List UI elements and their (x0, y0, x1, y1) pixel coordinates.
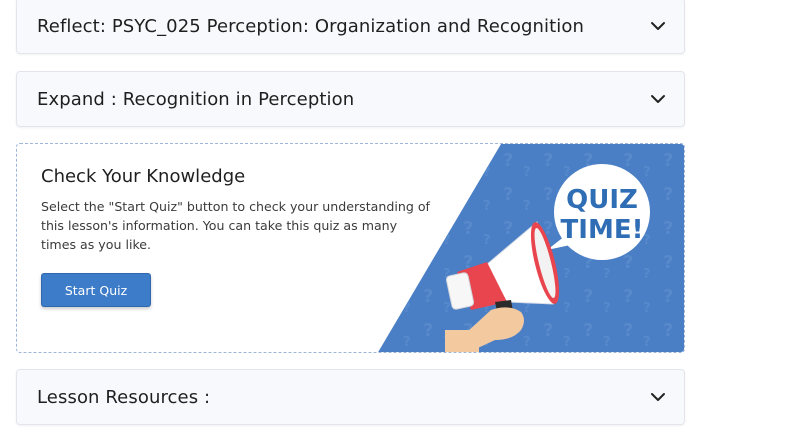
badge-line-2: TIME! (561, 215, 644, 245)
badge-line-1: QUIZ (566, 185, 638, 215)
quiz-card-description: Select the "Start Quiz" button to check … (41, 199, 430, 252)
quiz-card: ? ? QUIZ TIME! (16, 143, 685, 353)
accordion-expand[interactable]: Expand : Recognition in Perception (16, 71, 685, 127)
start-quiz-button[interactable]: Start Quiz (41, 273, 151, 307)
accordion-lesson-resources[interactable]: Lesson Resources : (16, 369, 685, 425)
accordion-title: Expand : Recognition in Perception (37, 88, 355, 110)
accordion-title: Lesson Resources : (37, 386, 211, 408)
quiz-card-title: Check Your Knowledge (41, 166, 246, 187)
chevron-down-icon[interactable] (650, 91, 666, 107)
accordion-title: Reflect: PSYC_025 Perception: Organizati… (37, 15, 584, 37)
page: Reflect: PSYC_025 Perception: Organizati… (0, 0, 795, 448)
chevron-down-icon[interactable] (650, 18, 666, 34)
chevron-down-icon[interactable] (650, 389, 666, 405)
accordion-reflect[interactable]: Reflect: PSYC_025 Perception: Organizati… (16, 0, 685, 54)
